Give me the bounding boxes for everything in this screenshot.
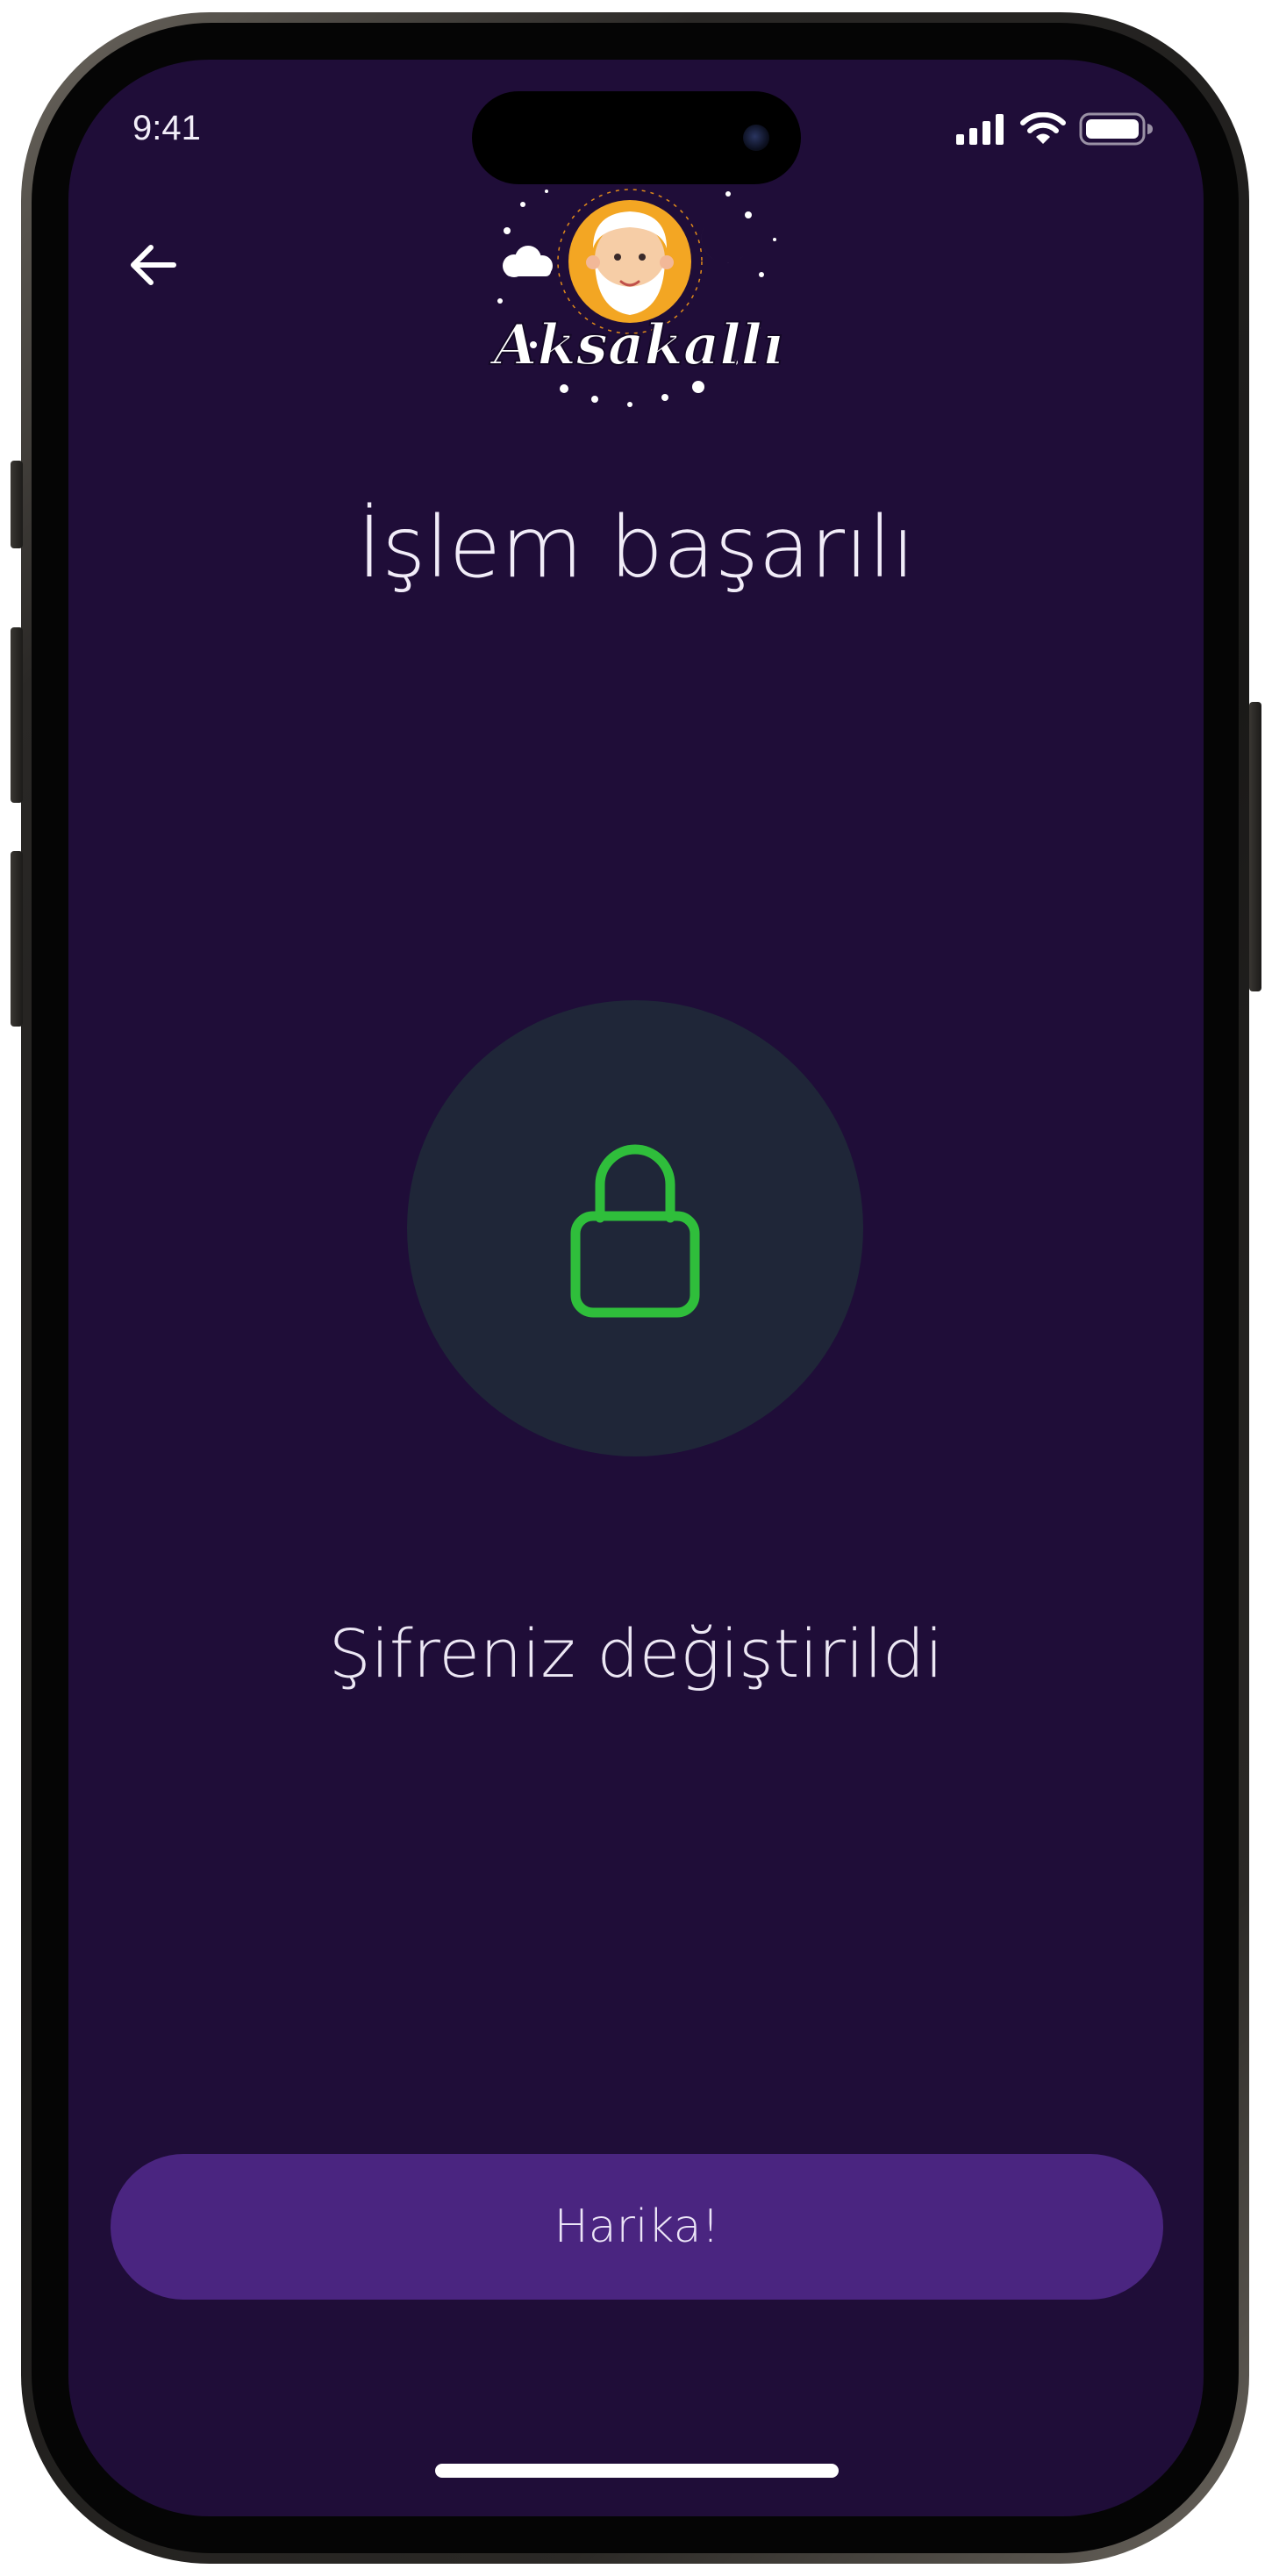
front-camera <box>743 125 769 151</box>
status-time: 9:41 <box>132 109 201 147</box>
home-indicator[interactable] <box>435 2464 839 2478</box>
confirm-button-label: Harika! <box>554 2200 720 2253</box>
logo-wordmark: Aksakallı <box>490 312 783 378</box>
app-screen: 9:41 Aksakallı İşlem başarılı Şifreniz d… <box>68 60 1204 2516</box>
status-icons <box>954 112 1154 146</box>
back-button[interactable] <box>119 232 186 298</box>
page-title: İşlem başarılı <box>356 498 916 597</box>
lock-icon <box>570 1144 700 1318</box>
arrow-left-icon <box>131 245 176 285</box>
volume-up-button <box>11 627 23 803</box>
lock-badge <box>407 1000 863 1456</box>
power-button <box>1249 702 1261 991</box>
dynamic-island <box>472 91 801 184</box>
aksakalli-logo: Aksakallı <box>489 189 784 407</box>
success-message: Şifreniz değiştirildi <box>328 1614 944 1692</box>
volume-down-button <box>11 851 23 1027</box>
cellular-signal-icon <box>956 114 1004 145</box>
battery-icon <box>1079 112 1153 146</box>
wifi-icon <box>1020 112 1066 144</box>
action-button <box>11 461 23 548</box>
confirm-button[interactable]: Harika! <box>111 2154 1163 2300</box>
